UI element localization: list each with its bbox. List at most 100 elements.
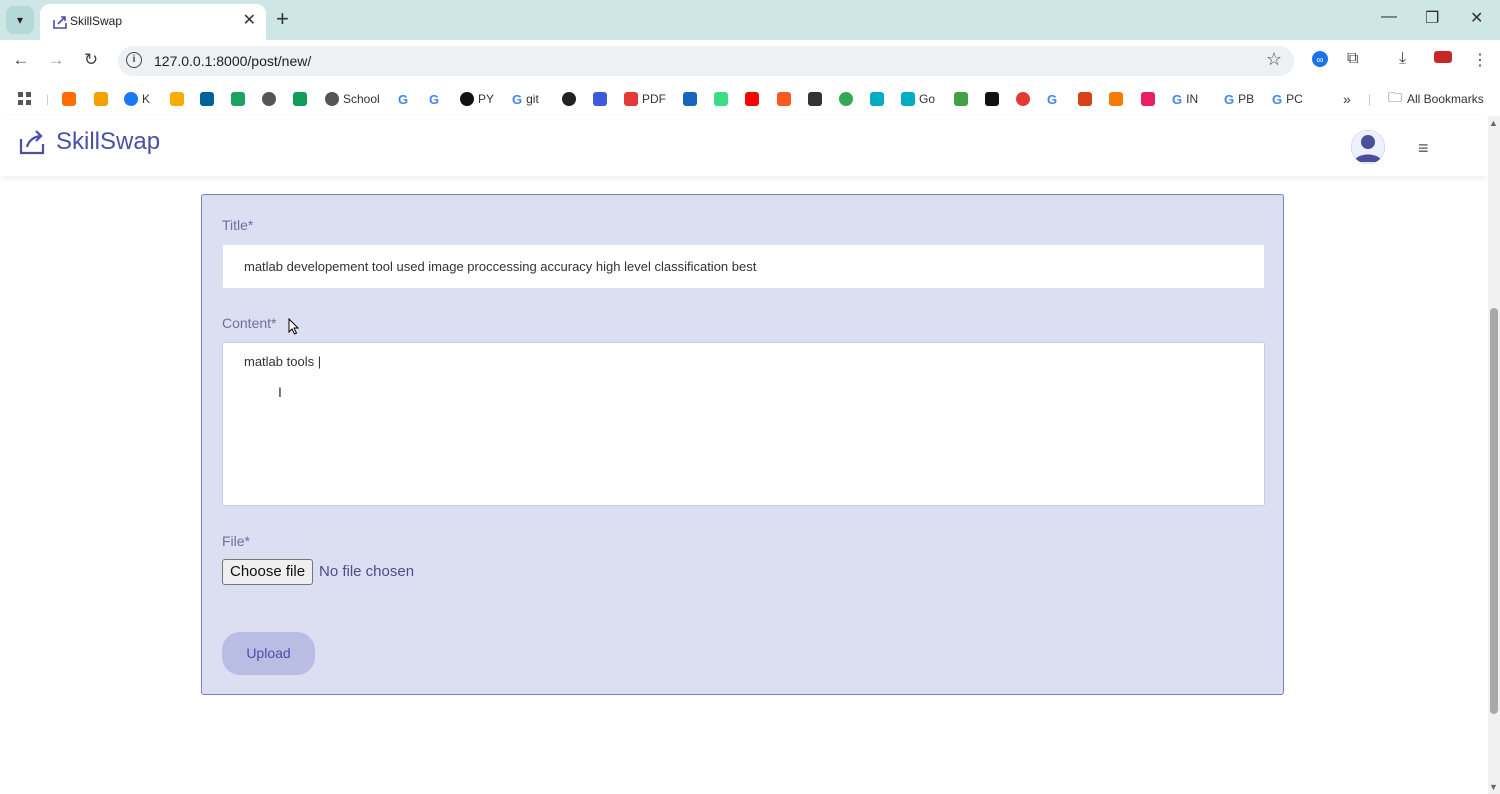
c-icon — [985, 92, 999, 106]
url-text[interactable]: 127.0.0.1:8000/post/new/ — [154, 53, 311, 69]
scroll-down-icon[interactable]: ▼ — [1489, 782, 1498, 792]
heart-icon — [901, 92, 915, 106]
bookmark-item[interactable]: G — [1047, 90, 1061, 108]
bookmark-item[interactable] — [1016, 90, 1034, 108]
bookmark-item[interactable]: K — [124, 90, 150, 108]
bookmark-item[interactable]: School — [325, 90, 380, 108]
all-bookmarks-button[interactable]: 🗀 All Bookmarks — [1388, 89, 1484, 108]
bookmarks-bar: | K School G G PY Ggit PDF Go G G IN G PB G PC » | 🗀 A… — [0, 82, 1500, 116]
file-label: File* — [222, 533, 251, 549]
android-icon — [714, 92, 728, 106]
bookmark-item[interactable] — [745, 90, 763, 108]
title-input[interactable]: matlab developement tool used image proc… — [222, 244, 1265, 289]
app-navbar: SkillSwap ≡ — [0, 116, 1488, 176]
bookmark-star-icon[interactable]: ☆ — [1266, 49, 1282, 70]
google-icon: G — [429, 91, 440, 107]
more-bookmarks-chevron-icon[interactable]: » — [1343, 90, 1351, 108]
minimize-icon[interactable]: — — [1381, 8, 1397, 26]
page-viewport: SkillSwap ≡ Title* matlab developement t… — [0, 116, 1488, 794]
bookmark-item[interactable] — [714, 90, 732, 108]
bookmark-item[interactable] — [954, 90, 972, 108]
bookmark-item[interactable] — [683, 90, 701, 108]
tab-skillswap[interactable]: SkillSwap ✕ — [40, 4, 266, 40]
restore-icon[interactable]: ❐ — [1425, 8, 1439, 28]
bookmark-item[interactable] — [293, 90, 311, 108]
z-icon — [777, 92, 791, 106]
content-textarea[interactable]: matlab tools | — [222, 342, 1265, 506]
back-arrow-icon[interactable]: ← — [10, 50, 32, 70]
tab-title: SkillSwap — [70, 14, 123, 28]
bookmark-item[interactable]: PDF — [624, 90, 666, 108]
bookmark-item[interactable]: G — [429, 90, 443, 108]
bookmark-item[interactable] — [777, 90, 795, 108]
bookmark-item[interactable] — [1141, 90, 1159, 108]
heart-icon — [870, 92, 884, 106]
bookmark-item[interactable] — [985, 90, 1003, 108]
close-tab-icon[interactable]: ✕ — [243, 10, 256, 30]
address-bar[interactable]: i 127.0.0.1:8000/post/new/ ☆ — [118, 46, 1294, 76]
download-icon[interactable]: ⤓ — [1399, 50, 1406, 68]
google-icon: G — [1047, 91, 1058, 107]
bookmark-item[interactable] — [94, 90, 112, 108]
text-cursor-icon: I — [278, 384, 282, 400]
bookmark-item[interactable] — [1109, 90, 1127, 108]
site-info-icon[interactable]: i — [126, 52, 142, 68]
globe-icon — [262, 92, 276, 106]
bookmark-label: git — [526, 92, 539, 106]
bookmark-item[interactable]: Go — [901, 90, 935, 108]
google-icon: G — [398, 91, 409, 107]
bookmark-item[interactable]: G IN — [1172, 90, 1198, 108]
dark-icon — [808, 92, 822, 106]
choose-file-button[interactable]: Choose file — [222, 559, 314, 585]
browser-chrome: ▾ SkillSwap ✕ + — ❐ ✕ ← → ↻ i 127.0.0.1:… — [0, 0, 1500, 116]
bookmark-separator-right: | — [1368, 92, 1372, 106]
bookmark-item[interactable] — [62, 90, 80, 108]
scroll-up-icon[interactable]: ▲ — [1489, 118, 1498, 128]
bookmark-label: School — [343, 92, 380, 106]
page-scrollbar[interactable]: ▲ ▼ — [1488, 116, 1500, 794]
bookmark-item[interactable] — [170, 90, 188, 108]
bookmark-item[interactable] — [593, 90, 611, 108]
skillswap-favicon-icon — [53, 16, 67, 29]
apps-grid-icon[interactable] — [18, 90, 32, 108]
tab-search-button[interactable]: ▾ — [6, 6, 34, 34]
new-tab-button[interactable]: + — [276, 6, 289, 32]
chart-icon — [170, 92, 184, 106]
s-icon — [231, 92, 245, 106]
bookmark-label: Go — [919, 92, 936, 106]
user-avatar[interactable] — [1351, 130, 1385, 164]
pdf-icon — [624, 92, 638, 106]
bookmark-item[interactable] — [262, 90, 280, 108]
profile-extension-icon[interactable] — [1434, 50, 1452, 68]
bookmark-item[interactable] — [1078, 90, 1096, 108]
reload-icon[interactable]: ↻ — [80, 50, 102, 70]
bookmark-label: PDF — [642, 92, 666, 106]
youtube-icon — [745, 92, 759, 106]
heart-red-icon — [1141, 92, 1155, 106]
bookmark-item[interactable] — [231, 90, 249, 108]
hamburger-menu-icon[interactable]: ≡ — [1418, 138, 1429, 159]
bookmark-item[interactable]: PY — [460, 90, 494, 108]
bookmark-item[interactable] — [808, 90, 826, 108]
bookmark-item[interactable]: G — [398, 90, 412, 108]
scrollbar-thumb[interactable] — [1490, 308, 1498, 714]
bookmark-item[interactable] — [200, 90, 218, 108]
extensions-puzzle-icon[interactable]: ⧉ — [1347, 50, 1358, 68]
brand-link[interactable]: SkillSwap — [18, 128, 160, 156]
arrows-icon — [62, 92, 76, 106]
content-label: Content* — [222, 315, 277, 331]
forward-arrow-icon[interactable]: → — [45, 50, 67, 70]
chrome-menu-icon[interactable]: ⋮ — [1472, 50, 1488, 70]
bookmark-item[interactable] — [562, 90, 580, 108]
bookmark-item[interactable]: G PB — [1224, 90, 1254, 108]
bookmark-item[interactable]: Ggit — [512, 90, 539, 108]
extension-infinity-icon[interactable]: ∞ — [1311, 50, 1329, 73]
upload-button[interactable]: Upload — [222, 632, 315, 675]
bookmark-item[interactable] — [839, 90, 857, 108]
bookmark-item[interactable] — [870, 90, 888, 108]
close-window-icon[interactable]: ✕ — [1470, 8, 1483, 28]
green-square-icon — [954, 92, 968, 106]
bookmark-label: PB — [1238, 92, 1255, 106]
bookmark-label: IN — [1186, 92, 1199, 106]
bookmark-item[interactable]: G PC — [1272, 90, 1303, 108]
